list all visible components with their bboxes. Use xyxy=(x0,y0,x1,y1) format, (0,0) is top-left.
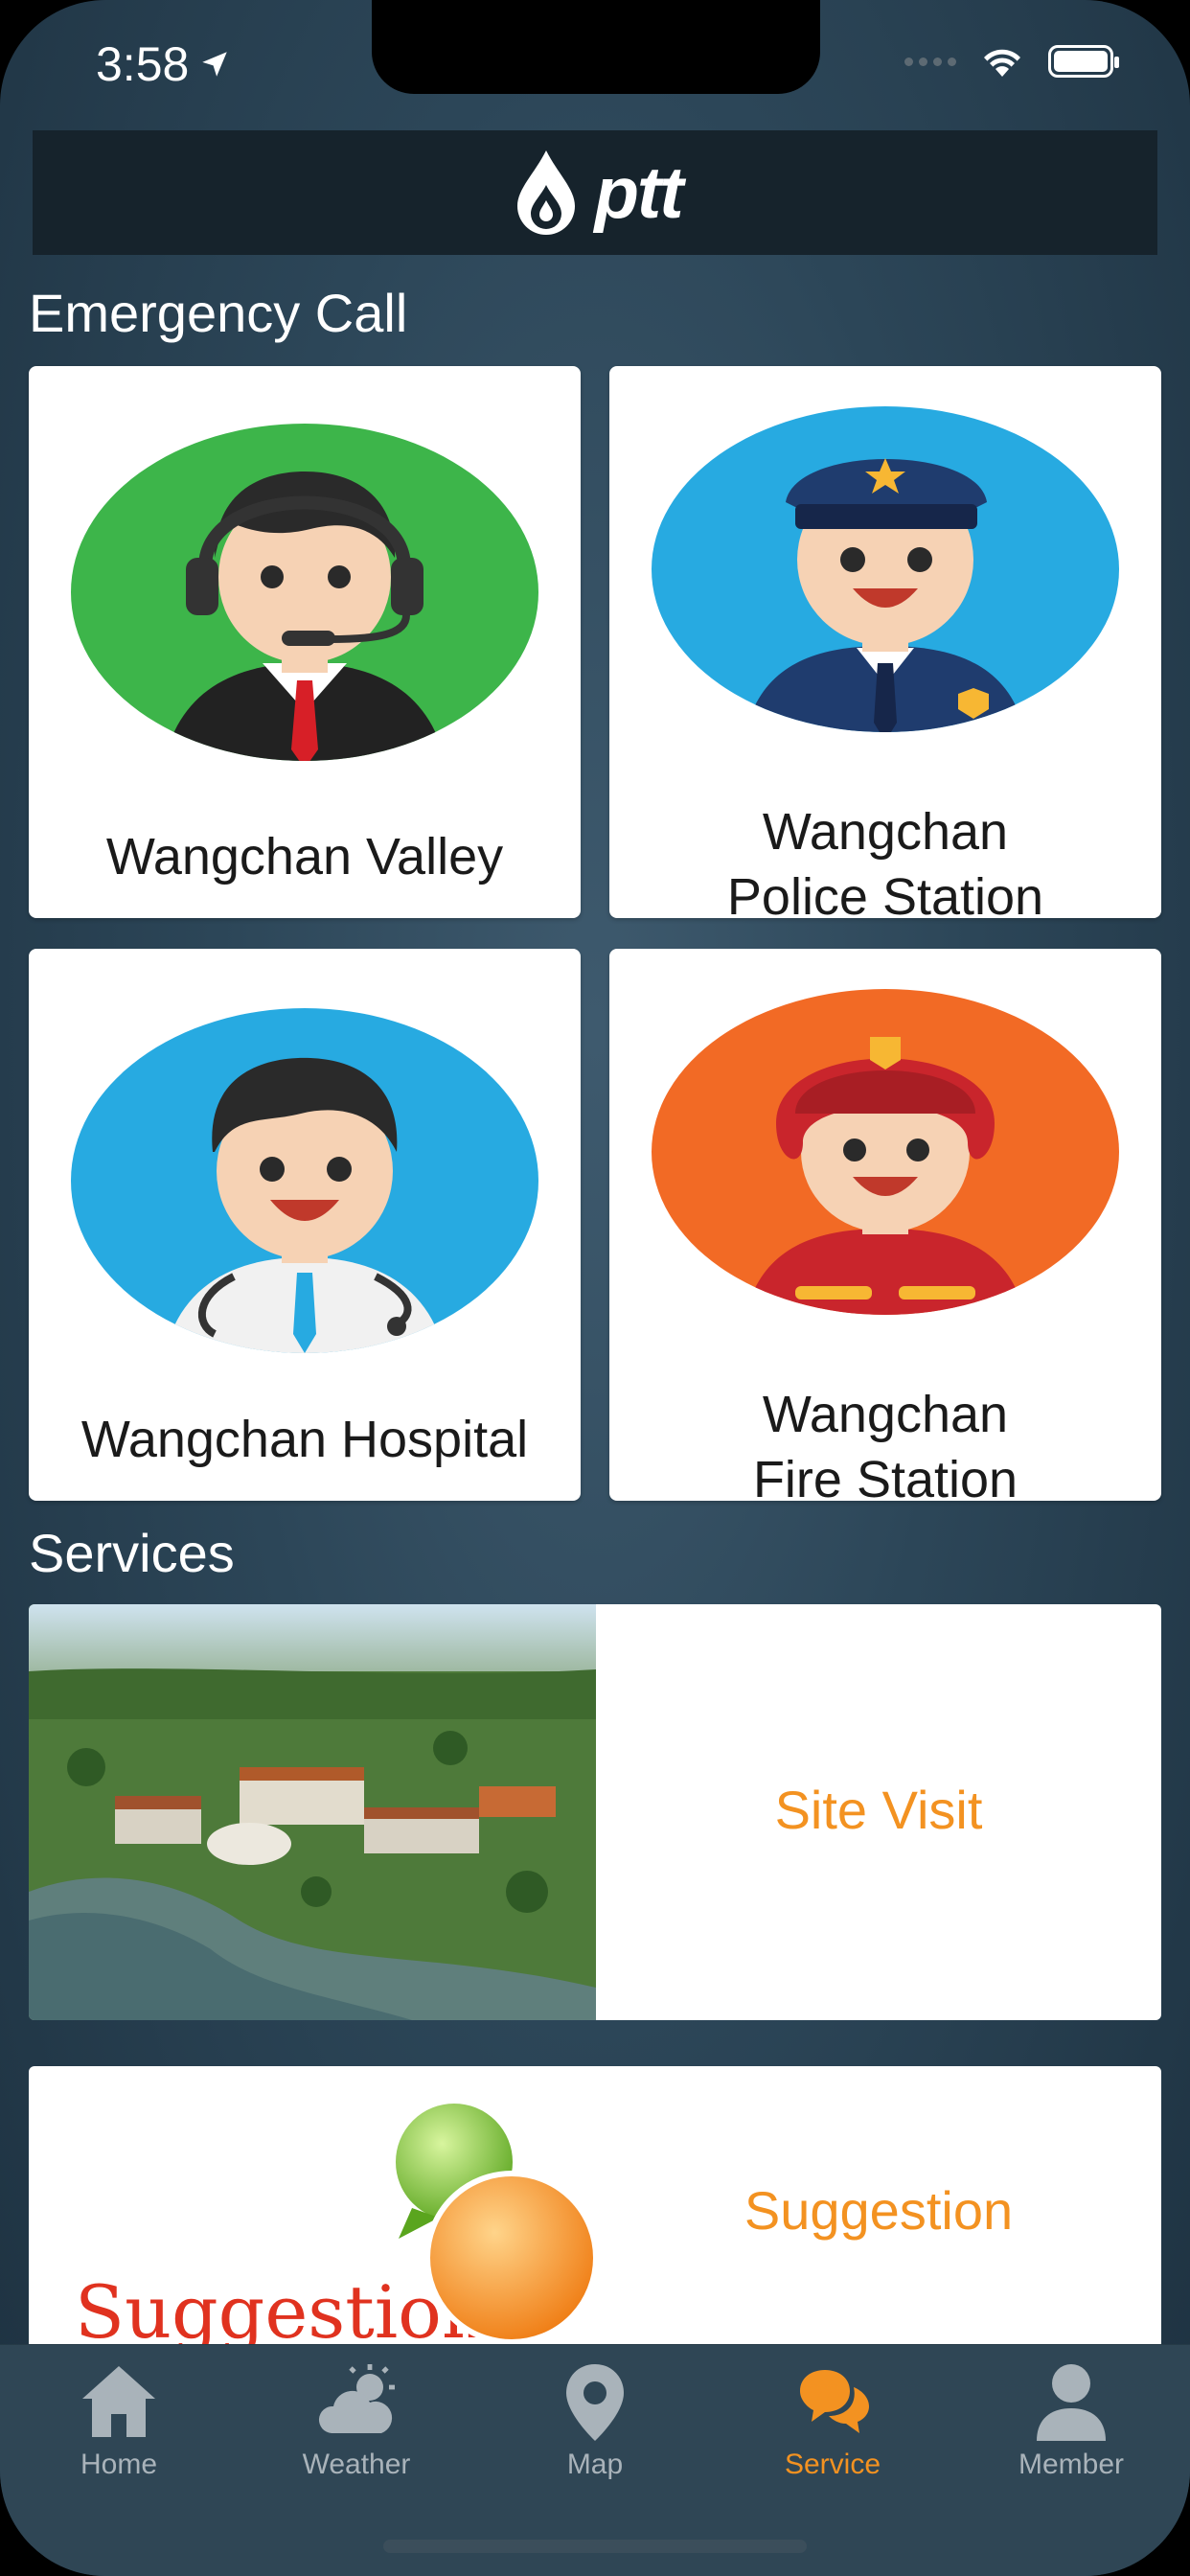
card-label-line2: Fire Station xyxy=(752,1451,1018,1501)
tab-home[interactable]: Home xyxy=(23,2360,215,2481)
emergency-card-fire-station[interactable]: Wangchan Fire Station xyxy=(609,949,1161,1501)
doctor-avatar-icon xyxy=(71,1008,538,1353)
emergency-card-hospital[interactable]: Wangchan Hospital xyxy=(29,949,581,1501)
service-card-site-visit[interactable]: Site Visit xyxy=(29,1604,1161,2020)
tab-member[interactable]: Member xyxy=(975,2360,1167,2481)
card-label-line2: Police Station xyxy=(726,868,1044,918)
tab-label: Map xyxy=(566,2449,624,2480)
signal-icon xyxy=(904,57,956,66)
tab-map[interactable]: Map xyxy=(499,2360,691,2481)
wifi-icon xyxy=(984,49,1020,77)
emergency-section-title: Emergency Call xyxy=(29,283,408,343)
ptt-logo: ptt xyxy=(508,147,684,239)
weather-icon xyxy=(318,2364,395,2433)
home-indicator[interactable] xyxy=(383,2540,807,2553)
tab-label: Service xyxy=(784,2449,881,2480)
emergency-card-wangchan-valley[interactable]: Wangchan Valley xyxy=(29,366,581,918)
status-time: 3:58 xyxy=(96,36,231,92)
operator-avatar-icon xyxy=(71,424,538,761)
app-header: ptt xyxy=(33,130,1157,255)
service-label: Site Visit xyxy=(774,1780,983,1840)
tab-weather[interactable]: Weather xyxy=(261,2360,452,2481)
flame-drop-icon xyxy=(517,150,576,235)
card-label-line1: Wangchan xyxy=(762,803,1009,861)
home-icon xyxy=(82,2366,155,2437)
tab-label: Member xyxy=(1018,2449,1125,2480)
battery-icon xyxy=(1048,45,1119,78)
firefighter-avatar-icon xyxy=(652,989,1119,1315)
police-avatar-icon xyxy=(652,406,1119,732)
card-label-line1: Wangchan xyxy=(762,1386,1009,1443)
phone-screen: 3:58 ptt Emergency Call Wangchan Valley … xyxy=(0,0,1190,2576)
tab-service[interactable]: Service xyxy=(737,2360,928,2481)
map-pin-icon xyxy=(566,2364,624,2441)
site-aerial-image xyxy=(29,1604,596,2020)
logo-text: ptt xyxy=(594,151,683,234)
tab-label: Weather xyxy=(302,2449,411,2480)
card-label-line1: Wangchan Hospital xyxy=(80,1411,529,1468)
chat-bubbles-icon xyxy=(800,2370,869,2433)
person-icon xyxy=(1037,2364,1106,2441)
device-notch xyxy=(372,0,820,94)
service-card-suggestion[interactable]: Suggestions Suggestion xyxy=(29,2066,1161,2354)
status-time-text: 3:58 xyxy=(96,37,190,91)
card-label-line1: Wangchan Valley xyxy=(105,828,504,886)
tab-label: Home xyxy=(80,2449,158,2480)
location-arrow-icon xyxy=(202,52,228,77)
services-section-title: Services xyxy=(29,1523,235,1583)
service-label: Suggestion xyxy=(744,2180,1014,2241)
status-indicators xyxy=(904,44,1119,79)
speech-bubbles-icon xyxy=(390,2098,599,2345)
emergency-card-police-station[interactable]: Wangchan Police Station xyxy=(609,366,1161,918)
